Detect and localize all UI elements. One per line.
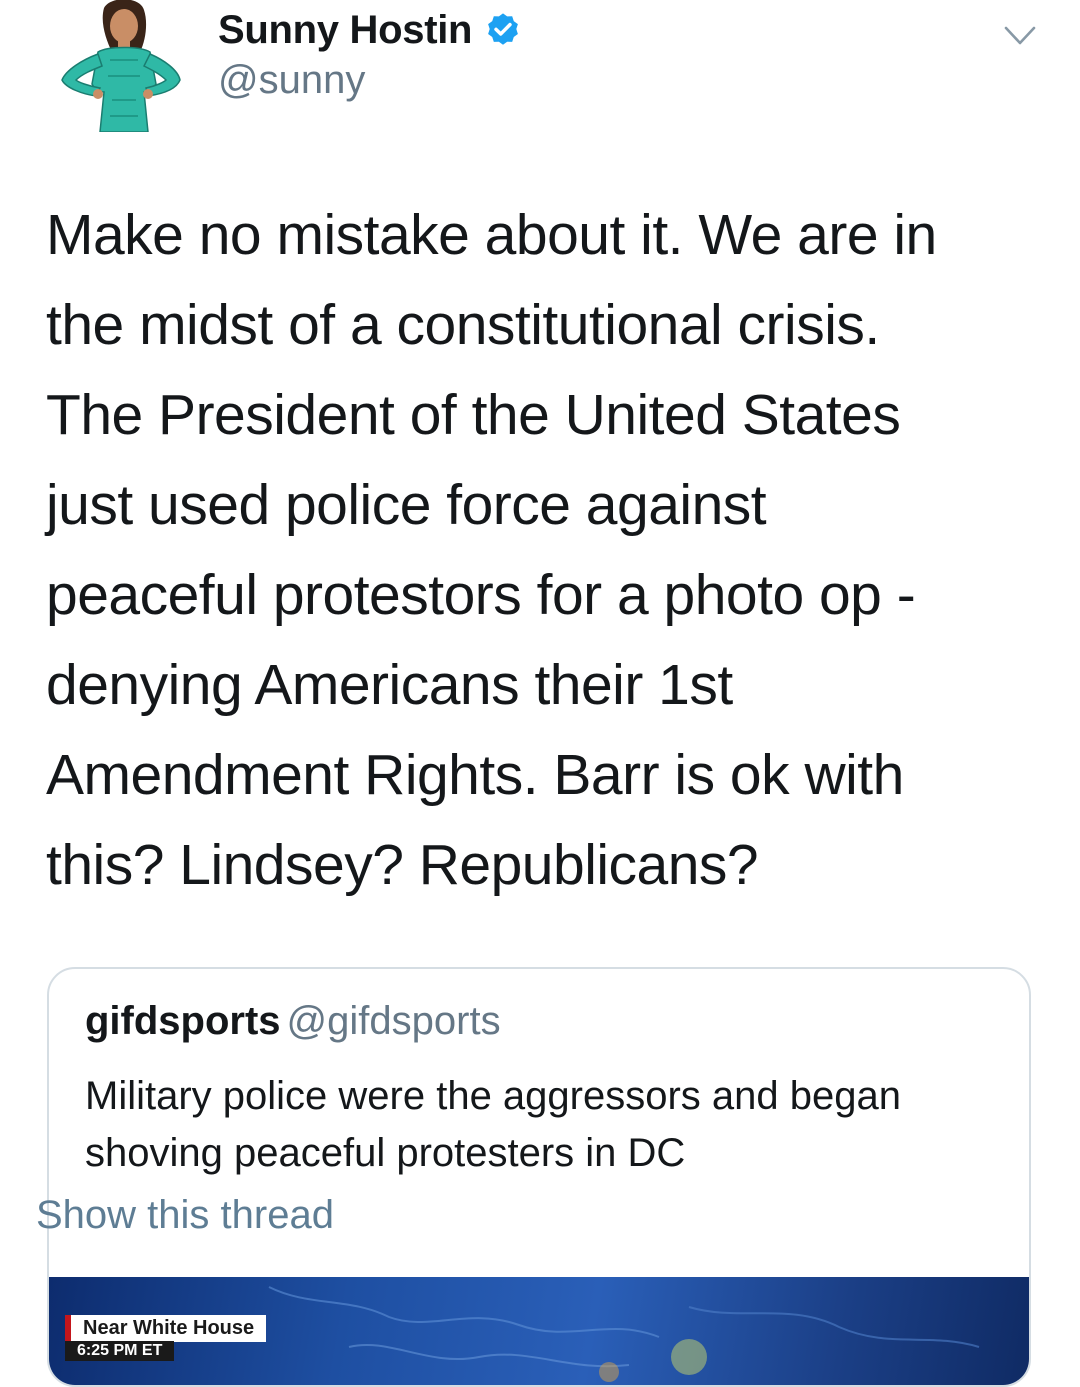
tweet-text-line: The President of the United States <box>46 383 901 447</box>
tweet-text-line: Amendment Rights. Barr is ok with <box>46 743 904 807</box>
tweet-menu-button[interactable] <box>1000 16 1040 56</box>
author-display-name[interactable]: Sunny Hostin <box>218 8 472 53</box>
quoted-author-name: gifdsports <box>85 999 281 1043</box>
author-name-row[interactable]: Sunny Hostin <box>218 2 522 58</box>
quoted-text-line: Military police were the aggressors and … <box>85 1074 901 1118</box>
tweet-text-line: just used police force against <box>46 473 767 537</box>
quoted-tweet-media[interactable]: Near White House 6:25 PM ET <box>49 1277 1029 1385</box>
avatar[interactable] <box>52 0 192 132</box>
chevron-down-icon <box>1004 26 1036 45</box>
quoted-author-handle: @gifdsports <box>286 999 501 1043</box>
verified-badge-icon <box>488 13 519 45</box>
author-handle[interactable]: @sunny <box>218 58 365 103</box>
quoted-tweet-card[interactable]: gifdsports @gifdsports Military police we… <box>47 967 1031 1387</box>
news-chyron: Near White House <box>65 1315 267 1342</box>
tweet-text-line: Make no mistake about it. We are in <box>46 203 937 267</box>
quoted-tweet-text: Military police were the aggressors and … <box>85 1068 1015 1182</box>
tweet-text-line: this? Lindsey? Republicans? <box>46 833 759 897</box>
tweet-text-line: denying Americans their 1st <box>46 653 733 717</box>
show-thread-link[interactable]: Show this thread <box>36 1193 334 1238</box>
news-chyron-time: 6:25 PM ET <box>65 1341 175 1361</box>
quoted-text-line: shoving peaceful protesters in DC <box>85 1131 686 1175</box>
tweet-text-line: peaceful protestors for a photo op - <box>46 563 916 627</box>
quoted-tweet-header: gifdsports @gifdsports <box>85 999 501 1044</box>
tweet-text: Make no mistake about it. We are in the … <box>46 190 1046 910</box>
illustrated-woman-avatar-icon <box>61 0 181 132</box>
tweet-text-line: the midst of a constitutional crisis. <box>46 293 880 357</box>
